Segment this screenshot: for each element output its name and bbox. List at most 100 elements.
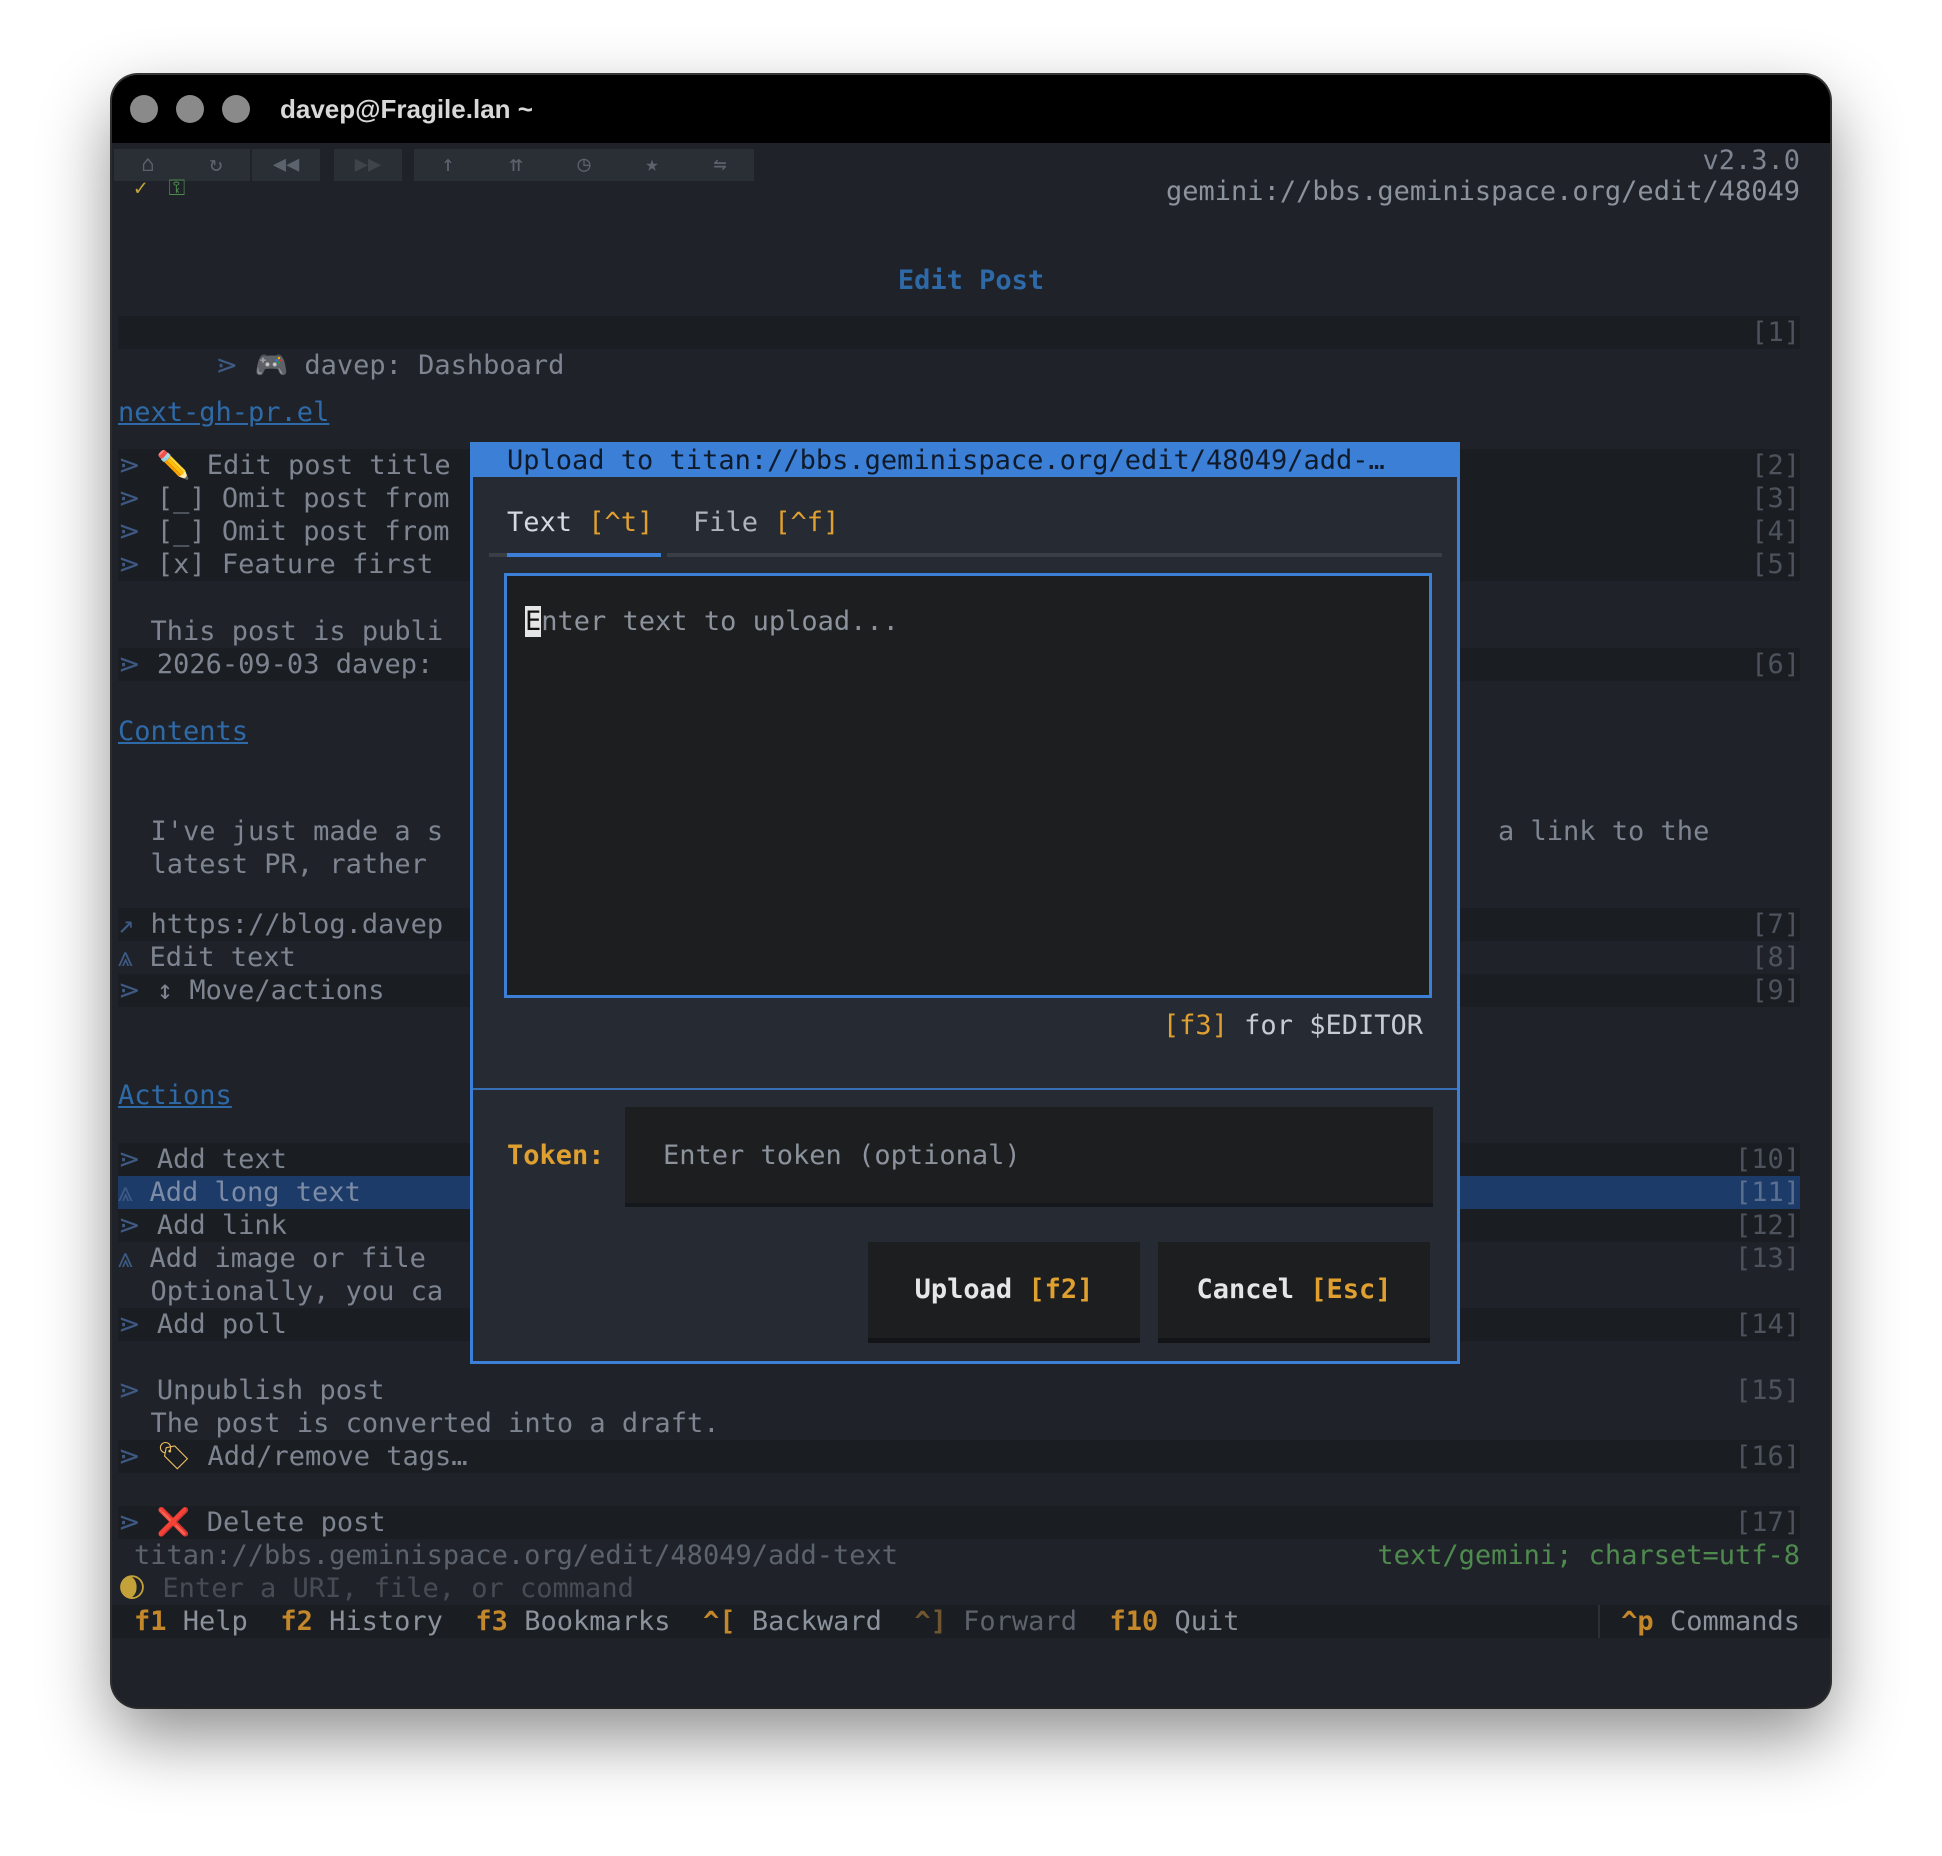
upload-arrow-icon: ⩓ bbox=[118, 1177, 134, 1208]
key-description: Backward bbox=[751, 1606, 882, 1637]
link-label: [_] Omit post from bbox=[156, 516, 450, 547]
commands-key[interactable]: ^p Commands bbox=[1621, 1605, 1800, 1638]
backward-icon[interactable]: ◀◀ bbox=[252, 149, 320, 181]
forward-icon[interactable]: ▶▶ bbox=[334, 149, 402, 181]
link-label: Delete post bbox=[206, 1507, 386, 1538]
status-icons: ✓ ⚿ bbox=[134, 176, 185, 201]
backward-key[interactable]: ^[ Backward bbox=[703, 1606, 882, 1637]
upload-dialog: Upload to titan://bbs.geminispace.org/ed… bbox=[470, 442, 1460, 1364]
tab-text[interactable]: Text [^t] bbox=[507, 507, 653, 538]
link-label: Unpublish post bbox=[156, 1375, 385, 1406]
link-arrow-icon: ⋗ bbox=[118, 516, 141, 547]
dialog-title: Upload to titan://bbs.geminispace.org/ed… bbox=[473, 445, 1457, 477]
button-shortcut: [f2] bbox=[1028, 1274, 1094, 1305]
paragraph-text: Optionally, you ca bbox=[150, 1276, 444, 1307]
key-description: Help bbox=[182, 1606, 248, 1637]
link-arrow-icon: ⋗ bbox=[118, 450, 141, 481]
editor-shortcut: [f3] bbox=[1162, 1010, 1228, 1041]
link-label: [x] Feature first bbox=[156, 549, 434, 580]
terminal-content: ⌂ ↻ ◀◀ ▶▶ ↑ ⇈ ◷ ★ ⇋ v2.3.0 ✓ ⚿ gemini://… bbox=[112, 143, 1830, 1707]
link-label: Add image or file bbox=[149, 1243, 426, 1274]
history-key[interactable]: f2 History bbox=[280, 1606, 443, 1637]
command-line[interactable]: 🌒 Enter a URI, file, or command bbox=[118, 1572, 1800, 1605]
link-number: [9] bbox=[1751, 975, 1800, 1006]
link-number: [14] bbox=[1734, 1309, 1800, 1340]
delete-icon: ❌ bbox=[156, 1507, 191, 1538]
link-number: [5] bbox=[1751, 549, 1800, 580]
gamepad-icon: 🎮 bbox=[254, 350, 289, 381]
link-label: Add poll bbox=[156, 1309, 287, 1340]
minimize-window-button[interactable] bbox=[176, 95, 204, 123]
current-url[interactable]: gemini://bbs.geminispace.org/edit/48049 bbox=[1166, 176, 1800, 207]
forward-key[interactable]: ^] Forward bbox=[914, 1606, 1077, 1637]
tab-file[interactable]: File [^f] bbox=[693, 507, 839, 538]
link-number: [1] bbox=[1751, 317, 1800, 348]
upload-arrow-icon: ⩓ bbox=[118, 942, 134, 973]
up-icon[interactable]: ↑ bbox=[414, 149, 482, 181]
key-label: ^p bbox=[1621, 1606, 1654, 1637]
active-tab-indicator bbox=[507, 553, 661, 557]
moon-icon: 🌒 bbox=[118, 1573, 147, 1604]
link-arrow-icon: ⋗ bbox=[118, 1507, 141, 1538]
link-arrow-icon: ⋗ bbox=[215, 350, 239, 381]
link-label: Add long text bbox=[149, 1177, 361, 1208]
paragraph-text: latest PR, rather bbox=[150, 849, 427, 880]
key-bindings-footer: f1 Help f2 History f3 Bookmarks ^[ Backw… bbox=[112, 1605, 1830, 1638]
bookmarks-key[interactable]: f3 Bookmarks bbox=[475, 1606, 670, 1637]
link-number: [17] bbox=[1734, 1507, 1800, 1538]
terminal-window: davep@Fragile.lan ~ ⌂ ↻ ◀◀ ▶▶ ↑ ⇈ ◷ ★ ⇋ … bbox=[112, 75, 1830, 1707]
zoom-window-button[interactable] bbox=[222, 95, 250, 123]
section-heading-next-gh-pr[interactable]: next-gh-pr.el bbox=[118, 396, 1800, 429]
history-icon[interactable]: ◷ bbox=[550, 149, 618, 181]
link-number: [15] bbox=[1734, 1375, 1800, 1406]
token-label: Token: bbox=[507, 1140, 605, 1171]
swap-icon[interactable]: ⇋ bbox=[686, 149, 754, 181]
link-arrow-icon: ⋗ bbox=[118, 549, 141, 580]
bookmark-icon[interactable]: ★ bbox=[618, 149, 686, 181]
delete-post-link[interactable]: ⋗ ❌ Delete post [17] bbox=[118, 1506, 1800, 1539]
section-label: next-gh-pr.el bbox=[118, 397, 330, 428]
link-label: ↕ Move/actions bbox=[156, 975, 385, 1006]
window-title: davep@Fragile.lan ~ bbox=[280, 93, 533, 124]
link-label: Add text bbox=[156, 1144, 287, 1175]
hover-url: titan://bbs.geminispace.org/edit/48049/a… bbox=[134, 1540, 899, 1571]
link-number: [3] bbox=[1751, 483, 1800, 514]
dialog-divider bbox=[473, 1088, 1457, 1090]
link-arrow-icon: ⋗ bbox=[118, 483, 141, 514]
link-arrow-icon: ⋗ bbox=[118, 975, 141, 1006]
upload-button[interactable]: Upload [f2] bbox=[868, 1242, 1140, 1343]
section-label: Contents bbox=[118, 716, 249, 747]
upload-text-area[interactable]: Enter text to upload... bbox=[504, 573, 1432, 998]
token-input[interactable]: Enter token (optional) bbox=[625, 1107, 1433, 1207]
unpublish-link[interactable]: ⋗ Unpublish post [15] bbox=[118, 1374, 1800, 1407]
tab-underline bbox=[489, 553, 507, 557]
link-label: 2026-09-03 davep: bbox=[156, 649, 434, 680]
paragraph-text: The post is converted into a draft. bbox=[150, 1408, 720, 1439]
key-label: f10 bbox=[1109, 1606, 1159, 1637]
link-label: Edit text bbox=[149, 942, 296, 973]
dashboard-link[interactable]: ⋗ 🎮 davep: Dashboard [1] bbox=[118, 316, 1800, 381]
link-arrow-icon: ⋗ bbox=[118, 1210, 141, 1241]
command-input[interactable]: Enter a URI, file, or command bbox=[162, 1573, 633, 1604]
tab-label: File bbox=[693, 507, 759, 538]
reload-icon[interactable]: ↻ bbox=[182, 149, 250, 181]
link-number: [13] bbox=[1734, 1243, 1800, 1274]
key-description: Bookmarks bbox=[524, 1606, 671, 1637]
external-editor-hint[interactable]: [f3] for $EDITOR bbox=[1163, 1010, 1423, 1041]
root-icon[interactable]: ⇈ bbox=[482, 149, 550, 181]
tags-link[interactable]: ⋗ 🏷 Add/remove tags… [16] bbox=[118, 1440, 1800, 1473]
key-label: f3 bbox=[475, 1606, 508, 1637]
title-bar: davep@Fragile.lan ~ bbox=[112, 75, 1830, 143]
paragraph-text-right: a link to the bbox=[1498, 816, 1710, 847]
paragraph-text: This post is publi bbox=[150, 616, 444, 647]
close-window-button[interactable] bbox=[130, 95, 158, 123]
link-number: [10] bbox=[1734, 1144, 1800, 1175]
link-number: [7] bbox=[1751, 909, 1800, 940]
help-key[interactable]: f1 Help bbox=[134, 1606, 248, 1637]
link-label: ✏️ Edit post title bbox=[156, 450, 451, 481]
tag-icon: 🏷 bbox=[156, 1441, 192, 1472]
unpublish-note: The post is converted into a draft. bbox=[118, 1407, 1800, 1440]
cancel-button[interactable]: Cancel [Esc] bbox=[1158, 1242, 1430, 1343]
link-label: Add/remove tags… bbox=[207, 1441, 468, 1472]
quit-key[interactable]: f10 Quit bbox=[1109, 1606, 1239, 1637]
